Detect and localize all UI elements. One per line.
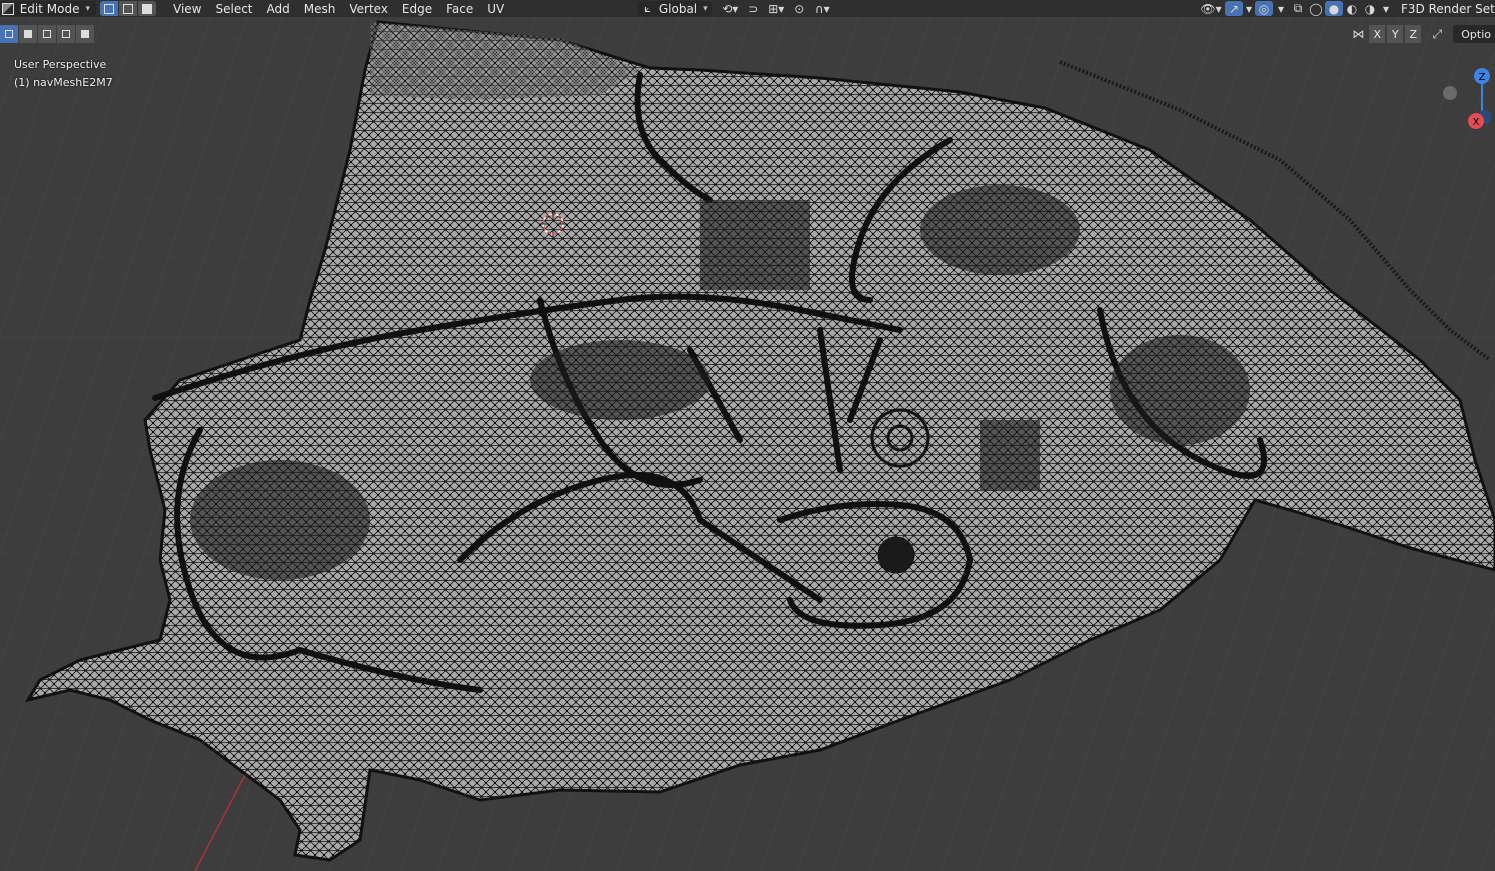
menu-uv[interactable]: UV (480, 0, 511, 17)
select-extend-icon (24, 30, 32, 38)
select-box-modes (0, 25, 95, 45)
select-subtract-button[interactable] (38, 25, 57, 43)
mirror-y-toggle[interactable]: Y (1387, 25, 1404, 43)
transform-orientation-dropdown[interactable]: ⟀ Global ▾ (638, 1, 713, 16)
menu-vertex[interactable]: Vertex (342, 0, 395, 17)
chevron-down-icon[interactable]: ▾ (1273, 1, 1289, 16)
select-difference-button[interactable] (57, 25, 76, 43)
select-difference-icon (62, 30, 70, 38)
edit-mode-icon (2, 2, 14, 15)
menu-mesh[interactable]: Mesh (297, 0, 343, 17)
render-settings-button[interactable]: F3D Render Settir (1393, 0, 1495, 17)
edge-select-icon (123, 3, 133, 14)
gizmo-z-label: Z (1479, 72, 1486, 83)
vertex-select-button[interactable] (100, 1, 119, 16)
chevron-down-icon[interactable]: ▾ (1243, 1, 1255, 16)
select-subtract-icon (43, 30, 51, 38)
select-new-button[interactable] (0, 25, 19, 43)
wireframe-shading-icon[interactable]: ◯ (1307, 1, 1325, 16)
chevron-down-icon: ▾ (703, 3, 708, 14)
mode-dropdown[interactable]: Edit Mode ▾ (0, 1, 96, 16)
select-new-icon (5, 30, 13, 38)
menu-add[interactable]: Add (260, 0, 297, 17)
rendered-shading-icon[interactable]: ◑ (1361, 1, 1379, 16)
menu-select[interactable]: Select (208, 0, 259, 17)
gizmo-neg-y-ball[interactable] (1443, 86, 1457, 100)
edge-select-button[interactable] (119, 1, 138, 16)
orientation-icon: ⟀ (644, 1, 651, 15)
select-intersect-icon (81, 30, 89, 38)
face-select-icon (142, 3, 152, 14)
material-shading-icon[interactable]: ◐ (1343, 1, 1361, 16)
snap-icon[interactable]: ⊃ (744, 1, 762, 16)
mirror-x-toggle[interactable]: X (1369, 25, 1386, 43)
vertex-select-icon (104, 3, 114, 14)
perspective-label: User Perspective (14, 58, 107, 71)
gizmo-x-ball[interactable]: X (1468, 113, 1484, 129)
viewport-info: User Perspective (1) navMeshE2M7 (14, 56, 113, 92)
navigation-gizmo[interactable]: Z X (1425, 66, 1495, 136)
3d-viewport[interactable] (0, 0, 1495, 871)
solid-shading-icon[interactable]: ● (1325, 1, 1343, 16)
overlay-toggle-icon[interactable]: ◎ (1255, 1, 1273, 16)
mode-label: Edit Mode (19, 1, 80, 16)
chevron-down-icon[interactable]: ▾ (1379, 1, 1393, 16)
options-button[interactable]: Optio (1453, 25, 1495, 43)
topology-mirror-icon[interactable]: ⤢ (1427, 27, 1447, 42)
mirror-axis-toggles: ⋈ X Y Z ⤢ Optio (1349, 25, 1495, 43)
select-mode-toggle (100, 1, 156, 16)
xray-toggle-icon[interactable]: ⧉ (1289, 1, 1307, 16)
select-intersect-button[interactable] (76, 25, 95, 43)
gizmo-toggle-icon[interactable]: ↗ (1225, 1, 1243, 16)
orientation-label: Global (658, 1, 698, 16)
select-extend-button[interactable] (19, 25, 38, 43)
gizmo-z-ball[interactable]: Z (1474, 68, 1490, 84)
menu-face[interactable]: Face (439, 0, 480, 17)
pivot-point-icon[interactable]: ⟲▾ (716, 1, 744, 16)
menu-edge[interactable]: Edge (395, 0, 439, 17)
mirror-z-toggle[interactable]: Z (1405, 25, 1422, 43)
active-object-label: (1) navMeshE2M7 (14, 76, 113, 89)
gizmo-x-label: X (1473, 117, 1480, 128)
proportional-edit-icon[interactable]: ⊙ (790, 1, 808, 16)
snap-target-icon[interactable]: ⊞▾ (762, 1, 790, 16)
face-select-button[interactable] (138, 1, 156, 16)
mirror-icon: ⋈ (1352, 27, 1365, 41)
menu-view[interactable]: View (166, 0, 208, 17)
falloff-icon[interactable]: ∩▾ (808, 1, 836, 16)
viewport-header: Edit Mode ▾ View Select Add Mesh Vertex … (0, 0, 1495, 17)
visibility-icon[interactable]: 👁▾ (1197, 1, 1225, 16)
chevron-down-icon: ▾ (85, 3, 90, 14)
